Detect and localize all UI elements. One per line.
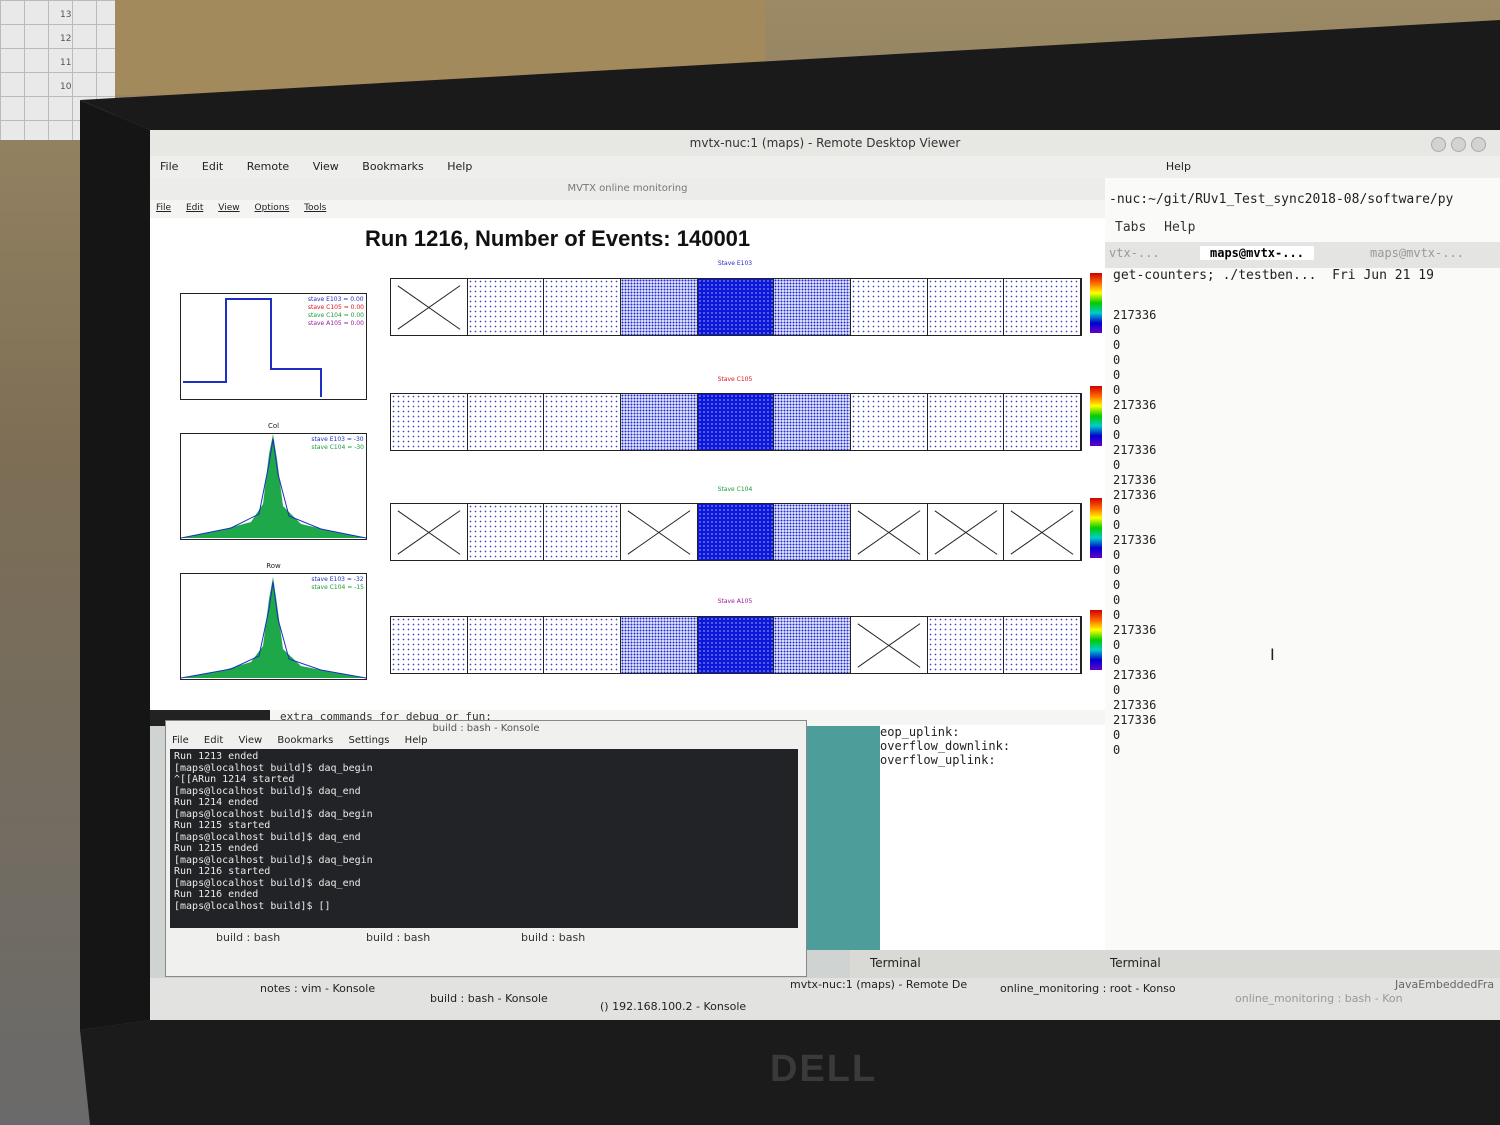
dell-logo: DELL: [770, 1048, 878, 1090]
monitor-bezel: [80, 20, 1500, 1125]
